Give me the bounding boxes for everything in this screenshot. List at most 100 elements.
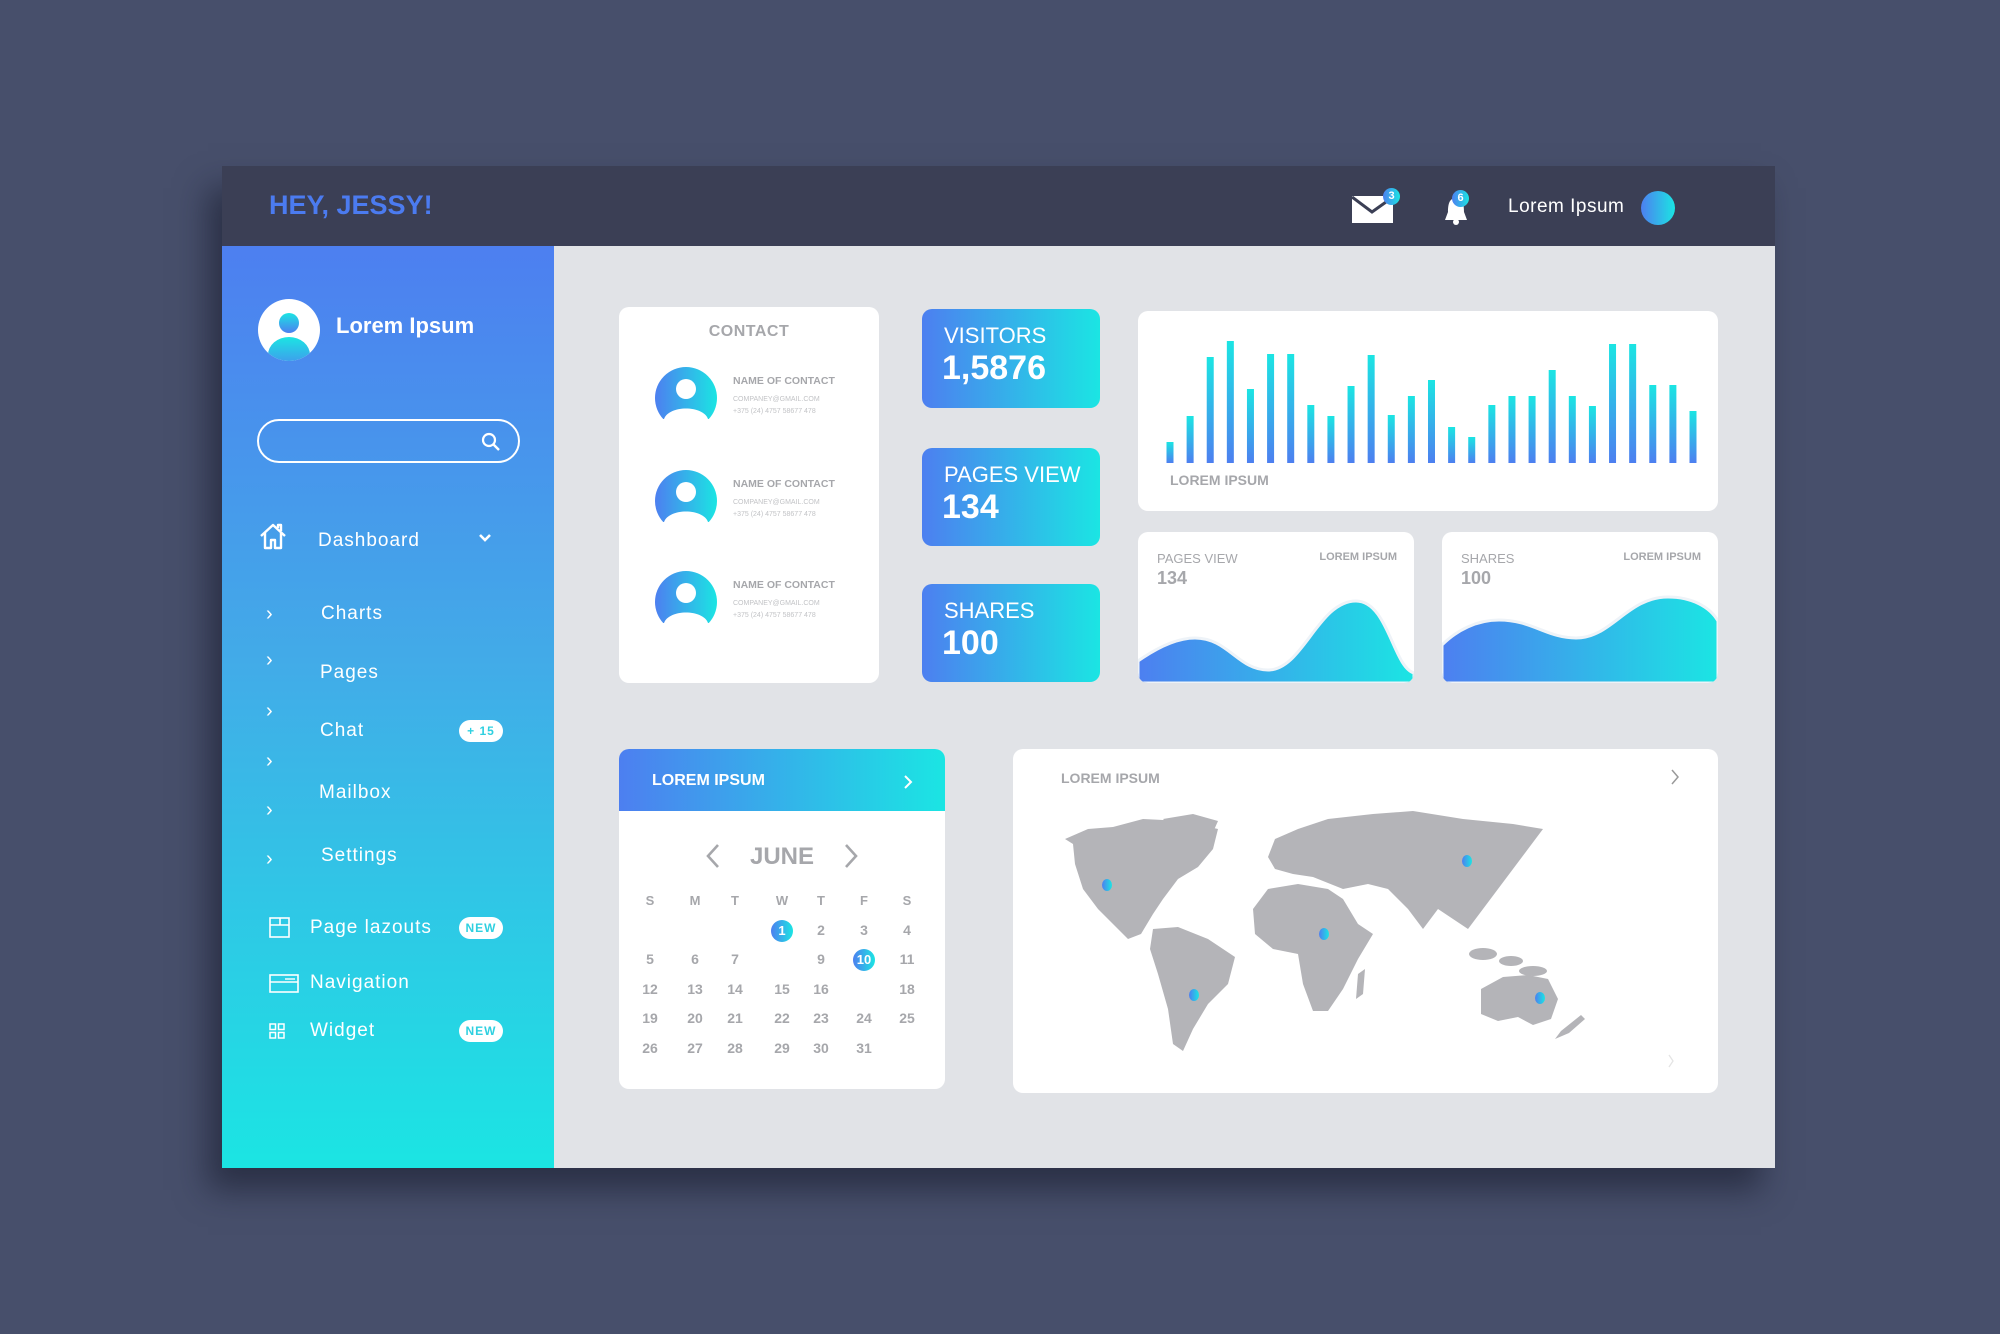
sidebar-item-navigation[interactable]: Navigation	[269, 967, 509, 999]
calendar-day[interactable]: 3	[849, 918, 879, 942]
chevron-right-icon[interactable]: ›	[266, 800, 273, 820]
calendar-day[interactable]: 7	[720, 947, 750, 971]
mail-count: 3	[1388, 190, 1395, 202]
calendar-day[interactable]: 31	[849, 1036, 879, 1060]
weekday-label: W	[775, 893, 789, 908]
calendar-day[interactable]: 19	[635, 1006, 665, 1030]
calendar-day[interactable]: 13	[680, 977, 710, 1001]
sidebar-item-widget-label: Widget	[310, 1020, 376, 1041]
bar	[1548, 370, 1556, 463]
calendar-day[interactable]: 26	[635, 1036, 665, 1060]
contact-avatar-icon	[655, 470, 717, 522]
day-number: 5	[646, 951, 654, 967]
shares-stat-card[interactable]: SHARES 100	[922, 584, 1100, 682]
calendar-day[interactable]: 14	[720, 977, 750, 1001]
calendar-day[interactable]: 28	[720, 1036, 750, 1060]
calendar-day[interactable]: 15	[767, 977, 797, 1001]
bar	[1669, 385, 1677, 463]
widget-icon	[269, 1023, 285, 1039]
weekday-label: S	[645, 893, 655, 908]
chevron-right-icon[interactable]: ›	[266, 751, 273, 771]
calendar-day[interactable]: 11	[892, 947, 922, 971]
calendar-day-selected[interactable]: 1	[767, 918, 797, 942]
sidebar-item-settings[interactable]: Settings	[321, 845, 398, 867]
bar	[1206, 357, 1214, 463]
chevron-right-icon[interactable]: ›	[266, 650, 273, 670]
map-marker	[1319, 928, 1329, 940]
calendar-day[interactable]: 29	[767, 1036, 797, 1060]
header-avatar[interactable]	[1641, 191, 1675, 225]
sidebar-item-chat[interactable]: Chat	[320, 720, 364, 742]
contact-item[interactable]: NAME OF CONTACT COMPANEY@GMAIL.COM +375 …	[655, 367, 870, 431]
chevron-down-icon[interactable]	[478, 533, 492, 543]
calendar-day[interactable]: 21	[720, 1006, 750, 1030]
contact-avatar-icon	[655, 367, 717, 419]
visitors-stat-card[interactable]: VISITORS 1,5876	[922, 309, 1100, 408]
calendar-day[interactable]: 20	[680, 1006, 710, 1030]
day-number: 26	[642, 1040, 658, 1056]
search-input[interactable]	[275, 429, 475, 453]
madagascar	[1356, 969, 1365, 999]
sidebar-item-dashboard[interactable]: Dashboard	[257, 518, 507, 562]
search-box[interactable]	[257, 419, 520, 463]
bar	[1568, 396, 1576, 463]
day-number: 1	[771, 920, 793, 942]
user-icon	[268, 313, 310, 361]
bar	[1488, 405, 1496, 463]
navigation-icon	[269, 974, 299, 993]
calendar-day[interactable]: 30	[806, 1036, 836, 1060]
calendar-day[interactable]: 5	[635, 947, 665, 971]
chevron-right-icon[interactable]: ›	[266, 701, 273, 721]
calendar-day[interactable]: 12	[635, 977, 665, 1001]
sidebar-item-pages[interactable]: Pages	[320, 662, 379, 684]
bar	[1629, 344, 1637, 463]
day-number: 25	[899, 1010, 915, 1026]
contact-phone: +375 (24) 4757 58677 478	[733, 612, 816, 619]
calendar-day[interactable]: 2	[806, 918, 836, 942]
contact-item[interactable]: NAME OF CONTACT COMPANEY@GMAIL.COM +375 …	[655, 571, 870, 635]
day-number: 6	[691, 951, 699, 967]
contact-name: NAME OF CONTACT	[733, 375, 835, 387]
pages-view-stat-card[interactable]: PAGES VIEW 134	[922, 448, 1100, 546]
day-number: 31	[856, 1040, 872, 1056]
calendar-day[interactable]: 24	[849, 1006, 879, 1030]
day-number: 15	[774, 981, 790, 997]
stat-label: SHARES	[944, 598, 1035, 623]
calendar-day[interactable]: 25	[892, 1006, 922, 1030]
calendar-day[interactable]: 16	[806, 977, 836, 1001]
sidebar-item-charts[interactable]: Charts	[321, 603, 383, 625]
calendar-day[interactable]: 4	[892, 918, 922, 942]
contact-email: COMPANEY@GMAIL.COM	[733, 396, 820, 403]
profile-avatar[interactable]	[258, 299, 320, 361]
search-icon[interactable]	[481, 432, 501, 452]
calendar-day[interactable]: 23	[806, 1006, 836, 1030]
contact-item[interactable]: NAME OF CONTACT COMPANEY@GMAIL.COM +375 …	[655, 470, 870, 534]
chevron-right-icon[interactable]: ›	[266, 604, 273, 624]
greeting-title: HEY, JESSY!	[269, 190, 433, 220]
calendar-day[interactable]: 18	[892, 977, 922, 1001]
day-number: 3	[860, 922, 868, 938]
day-number: 2	[817, 922, 825, 938]
day-number: 27	[687, 1040, 703, 1056]
australia	[1481, 975, 1558, 1025]
bar-chart-card: LOREM IPSUM	[1138, 311, 1718, 511]
calendar-day[interactable]: 27	[680, 1036, 710, 1060]
calendar-day-selected[interactable]: 10	[849, 947, 879, 971]
chevron-right-icon[interactable]: ›	[266, 849, 273, 869]
calendar-day[interactable]: 22	[767, 1006, 797, 1030]
bar	[1428, 380, 1435, 463]
weekday-label: T	[817, 893, 825, 908]
calendar-day[interactable]: 9	[806, 947, 836, 971]
map-marker	[1535, 992, 1545, 1004]
calendar-day[interactable]: 6	[680, 947, 710, 971]
header-user-name[interactable]: Lorem Ipsum	[1508, 196, 1624, 218]
day-number: 11	[899, 951, 915, 967]
contact-name: NAME OF CONTACT	[733, 478, 835, 490]
bar	[1528, 396, 1536, 463]
bar	[1226, 341, 1234, 463]
sidebar-item-mailbox[interactable]: Mailbox	[319, 782, 391, 804]
map-marker	[1189, 989, 1199, 1001]
day-number: 23	[813, 1010, 829, 1026]
bar	[1347, 386, 1355, 463]
stat-value: 1,5876	[942, 349, 1046, 387]
